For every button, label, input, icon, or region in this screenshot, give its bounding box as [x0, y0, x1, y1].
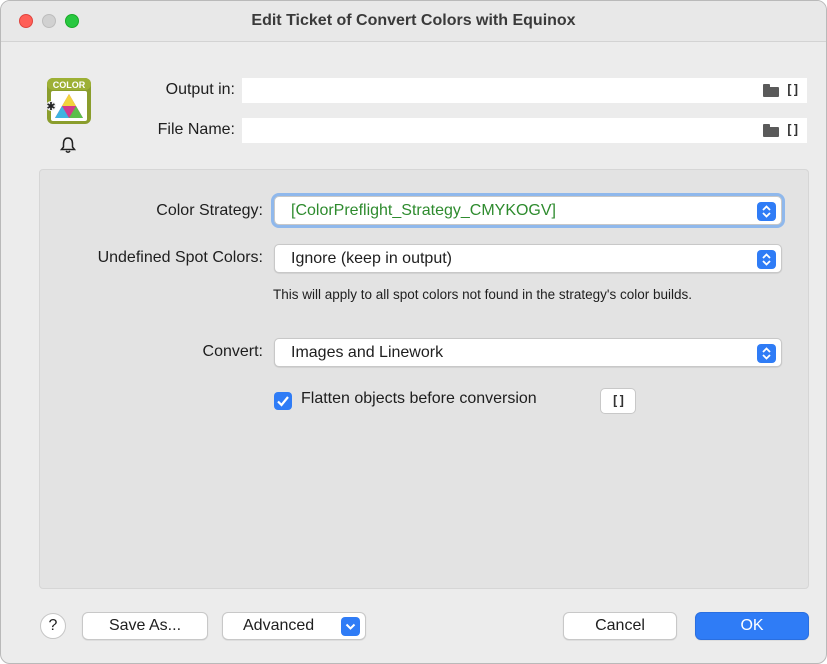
flatten-checkbox[interactable] — [274, 392, 292, 410]
window-title: Edit Ticket of Convert Colors with Equin… — [251, 12, 576, 29]
undefined-spot-colors-select[interactable]: Ignore (keep in output) — [274, 244, 782, 273]
dialog-window: Edit Ticket of Convert Colors with Equin… — [0, 0, 827, 664]
variable-icon: [] — [611, 394, 626, 409]
folder-icon[interactable] — [763, 124, 780, 137]
settings-panel — [39, 169, 809, 589]
variable-icon[interactable]: [] — [785, 123, 800, 138]
color-strategy-value: [ColorPreflight_Strategy_CMYKOGV] — [291, 202, 556, 219]
bell-icon[interactable] — [59, 136, 77, 154]
save-as-button[interactable]: Save As... — [82, 612, 208, 640]
output-in-field[interactable]: [] — [242, 78, 807, 103]
convert-value: Images and Linework — [291, 344, 444, 361]
file-name-label: File Name: — [157, 121, 235, 138]
ok-button[interactable]: OK — [695, 612, 809, 640]
help-button[interactable]: ? — [40, 613, 66, 639]
flatten-label[interactable]: Flatten objects before conversion — [301, 390, 537, 408]
flatten-variable-button[interactable]: [] — [600, 388, 636, 414]
convert-select[interactable]: Images and Linework — [274, 338, 782, 367]
folder-icon[interactable] — [763, 84, 780, 97]
chevron-down-icon — [341, 617, 360, 636]
chevron-updown-icon — [757, 250, 776, 269]
chevron-updown-icon — [757, 344, 776, 363]
svg-text:✱: ✱ — [46, 100, 55, 113]
advanced-button[interactable]: Advanced — [222, 612, 366, 640]
spot-colors-help-text: This will apply to all spot colors not f… — [273, 287, 693, 302]
output-in-label: Output in: — [165, 81, 235, 98]
cancel-button[interactable]: Cancel — [563, 612, 677, 640]
convert-label: Convert: — [202, 343, 263, 360]
color-app-icon: COLOR ✱ — [43, 76, 93, 126]
app-icon-badge-text: COLOR — [53, 80, 86, 90]
advanced-label: Advanced — [243, 617, 315, 634]
title-bar: Edit Ticket of Convert Colors with Equin… — [1, 1, 826, 42]
undefined-spot-colors-label: Undefined Spot Colors: — [97, 249, 263, 266]
chevron-updown-icon — [757, 202, 776, 221]
variable-icon[interactable]: [] — [785, 83, 800, 98]
undefined-spot-colors-value: Ignore (keep in output) — [291, 250, 452, 267]
color-strategy-select[interactable]: [ColorPreflight_Strategy_CMYKOGV] — [271, 193, 785, 228]
color-strategy-label: Color Strategy: — [156, 202, 263, 219]
file-name-field[interactable]: [] — [242, 118, 807, 143]
